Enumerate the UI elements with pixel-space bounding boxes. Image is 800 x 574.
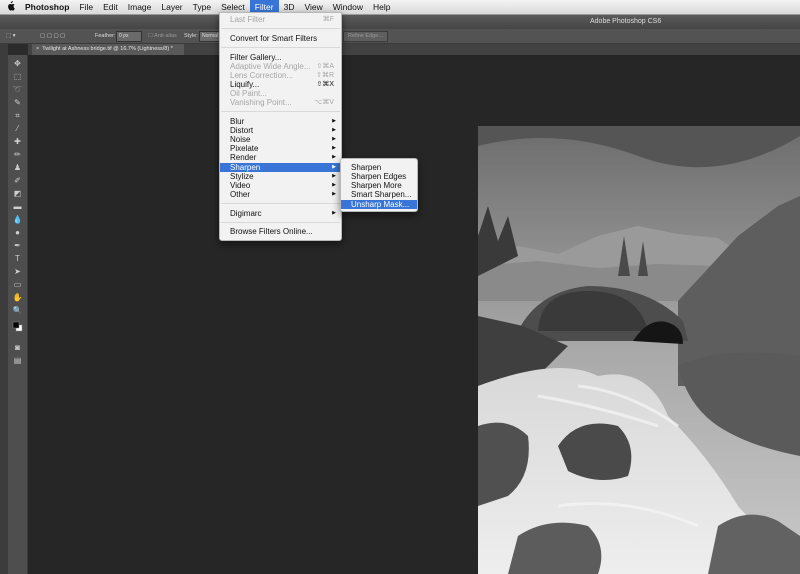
blur-item[interactable]: Blur ▶ <box>220 117 341 126</box>
submenu-arrow-icon: ▶ <box>332 164 336 170</box>
convert-smart-filters-item[interactable]: Convert for Smart Filters <box>220 34 341 43</box>
menu-layer[interactable]: Layer <box>156 0 187 14</box>
menu-bar: Photoshop File Edit Image Layer Type Sel… <box>0 0 800 15</box>
shape-tool-icon[interactable]: ▭ <box>12 280 23 289</box>
menu-image[interactable]: Image <box>123 0 157 14</box>
filter-menu: Last Filter ⌘F Convert for Smart Filters … <box>219 12 342 241</box>
document-tab[interactable]: × Twilight at Ashness bridge.tif @ 16.7% … <box>32 44 184 55</box>
adaptive-wide-angle-item[interactable]: Adaptive Wide Angle... ⇧⌘A <box>220 62 341 71</box>
dodge-tool-icon[interactable]: ● <box>12 228 23 237</box>
crop-tool-icon[interactable]: ⌗ <box>12 111 23 120</box>
brush-tool-icon[interactable]: ✏ <box>12 150 23 159</box>
submenu-arrow-icon: ▶ <box>332 191 336 197</box>
submenu-arrow-icon: ▶ <box>332 118 336 124</box>
stylize-item[interactable]: Stylize ▶ <box>220 172 341 181</box>
sharpen-item[interactable]: Sharpen ▶ <box>220 163 341 172</box>
document-image[interactable] <box>478 126 800 574</box>
refine-edge-button[interactable]: Refine Edge... <box>343 31 388 42</box>
browse-filters-online-item[interactable]: Browse Filters Online... <box>220 227 341 236</box>
menu-file[interactable]: File <box>74 0 98 14</box>
sharpen-submenu-item[interactable]: Sharpen <box>341 163 417 172</box>
submenu-arrow-icon: ▶ <box>332 173 336 179</box>
style-select[interactable]: Normal <box>199 31 221 42</box>
tools-panel: ✥ ⬚ ➰ ✎ ⌗ ⁄ ✚ ✏ ♟ ✐ ◩ ▬ 💧 ● ✒ T ➤ ▭ ✋ 🔍 … <box>8 55 28 574</box>
oil-paint-item[interactable]: Oil Paint... <box>220 89 341 98</box>
submenu-arrow-icon: ▶ <box>332 145 336 151</box>
left-edge-strip <box>0 43 8 574</box>
marquee-tool-preset-icon[interactable]: ⬚ ▾ <box>6 33 16 39</box>
sharpen-edges-item[interactable]: Sharpen Edges <box>341 172 417 181</box>
eraser-tool-icon[interactable]: ◩ <box>12 189 23 198</box>
menu-divider <box>221 203 340 204</box>
liquify-item[interactable]: Liquify... ⇧⌘X <box>220 80 341 89</box>
menu-divider <box>221 111 340 112</box>
pen-tool-icon[interactable]: ✒ <box>12 241 23 250</box>
apple-icon[interactable] <box>0 0 20 14</box>
close-tab-icon[interactable]: × <box>36 46 39 52</box>
sharpen-submenu: Sharpen Sharpen Edges Sharpen More Smart… <box>340 158 418 212</box>
hand-tool-icon[interactable]: ✋ <box>12 293 23 302</box>
lasso-tool-icon[interactable]: ➰ <box>12 85 23 94</box>
color-swatches-icon[interactable] <box>12 321 23 332</box>
other-item[interactable]: Other ▶ <box>220 190 341 199</box>
noise-item[interactable]: Noise ▶ <box>220 135 341 144</box>
last-filter-item[interactable]: Last Filter ⌘F <box>220 15 341 24</box>
menu-type[interactable]: Type <box>188 0 216 14</box>
lens-correction-item[interactable]: Lens Correction... ⇧⌘R <box>220 71 341 80</box>
history-brush-tool-icon[interactable]: ✐ <box>12 176 23 185</box>
path-selection-tool-icon[interactable]: ➤ <box>12 267 23 276</box>
digimarc-item[interactable]: Digimarc ▶ <box>220 209 341 218</box>
app-title-bar: Adobe Photoshop CS6 <box>0 15 800 29</box>
clone-stamp-tool-icon[interactable]: ♟ <box>12 163 23 172</box>
vanishing-point-item[interactable]: Vanishing Point... ⌥⌘V <box>220 98 341 107</box>
blur-tool-icon[interactable]: 💧 <box>12 215 23 224</box>
filter-gallery-item[interactable]: Filter Gallery... <box>220 53 341 62</box>
menu-edit[interactable]: Edit <box>98 0 123 14</box>
move-tool-icon[interactable]: ✥ <box>12 59 23 68</box>
healing-brush-tool-icon[interactable]: ✚ <box>12 137 23 146</box>
unsharp-mask-item[interactable]: Unsharp Mask... <box>341 200 417 209</box>
type-tool-icon[interactable]: T <box>12 254 23 263</box>
eyedropper-tool-icon[interactable]: ⁄ <box>12 124 23 133</box>
menu-help[interactable]: Help <box>368 0 395 14</box>
menu-photoshop[interactable]: Photoshop <box>20 0 74 14</box>
gradient-tool-icon[interactable]: ▬ <box>12 202 23 211</box>
quick-selection-tool-icon[interactable]: ✎ <box>12 98 23 107</box>
distort-item[interactable]: Distort ▶ <box>220 126 341 135</box>
feather-input[interactable]: 0 px <box>116 31 142 42</box>
submenu-arrow-icon: ▶ <box>332 127 336 133</box>
feather-label: Feather: <box>95 33 116 39</box>
options-bar: ⬚ ▾ ▢ ▢ ▢ ▢ Feather: 0 px ☐ Anti-alias S… <box>0 29 800 44</box>
style-label: Style: <box>184 33 198 39</box>
submenu-arrow-icon: ▶ <box>332 182 336 188</box>
submenu-arrow-icon: ▶ <box>332 136 336 142</box>
render-item[interactable]: Render ▶ <box>220 153 341 162</box>
sharpen-more-item[interactable]: Sharpen More <box>341 181 417 190</box>
screen-mode-icon[interactable]: ▤ <box>12 356 23 365</box>
zoom-tool-icon[interactable]: 🔍 <box>12 306 23 315</box>
video-item[interactable]: Video ▶ <box>220 181 341 190</box>
anti-alias-checkbox[interactable]: ☐ Anti-alias <box>148 33 177 39</box>
menu-divider <box>221 222 340 223</box>
quick-mask-icon[interactable]: ◙ <box>12 343 23 352</box>
menu-divider <box>221 28 340 29</box>
submenu-arrow-icon: ▶ <box>332 210 336 216</box>
document-tab-bar: × Twilight at Ashness bridge.tif @ 16.7% … <box>28 44 800 55</box>
pixelate-item[interactable]: Pixelate ▶ <box>220 144 341 153</box>
menu-divider <box>221 47 340 48</box>
selection-mode-icons[interactable]: ▢ ▢ ▢ ▢ <box>40 33 65 39</box>
document-tab-title: Twilight at Ashness bridge.tif @ 16.7% (… <box>42 46 173 52</box>
window-title: Adobe Photoshop CS6 <box>590 18 662 25</box>
marquee-tool-icon[interactable]: ⬚ <box>12 72 23 81</box>
smart-sharpen-item[interactable]: Smart Sharpen... <box>341 190 417 199</box>
submenu-arrow-icon: ▶ <box>332 154 336 160</box>
